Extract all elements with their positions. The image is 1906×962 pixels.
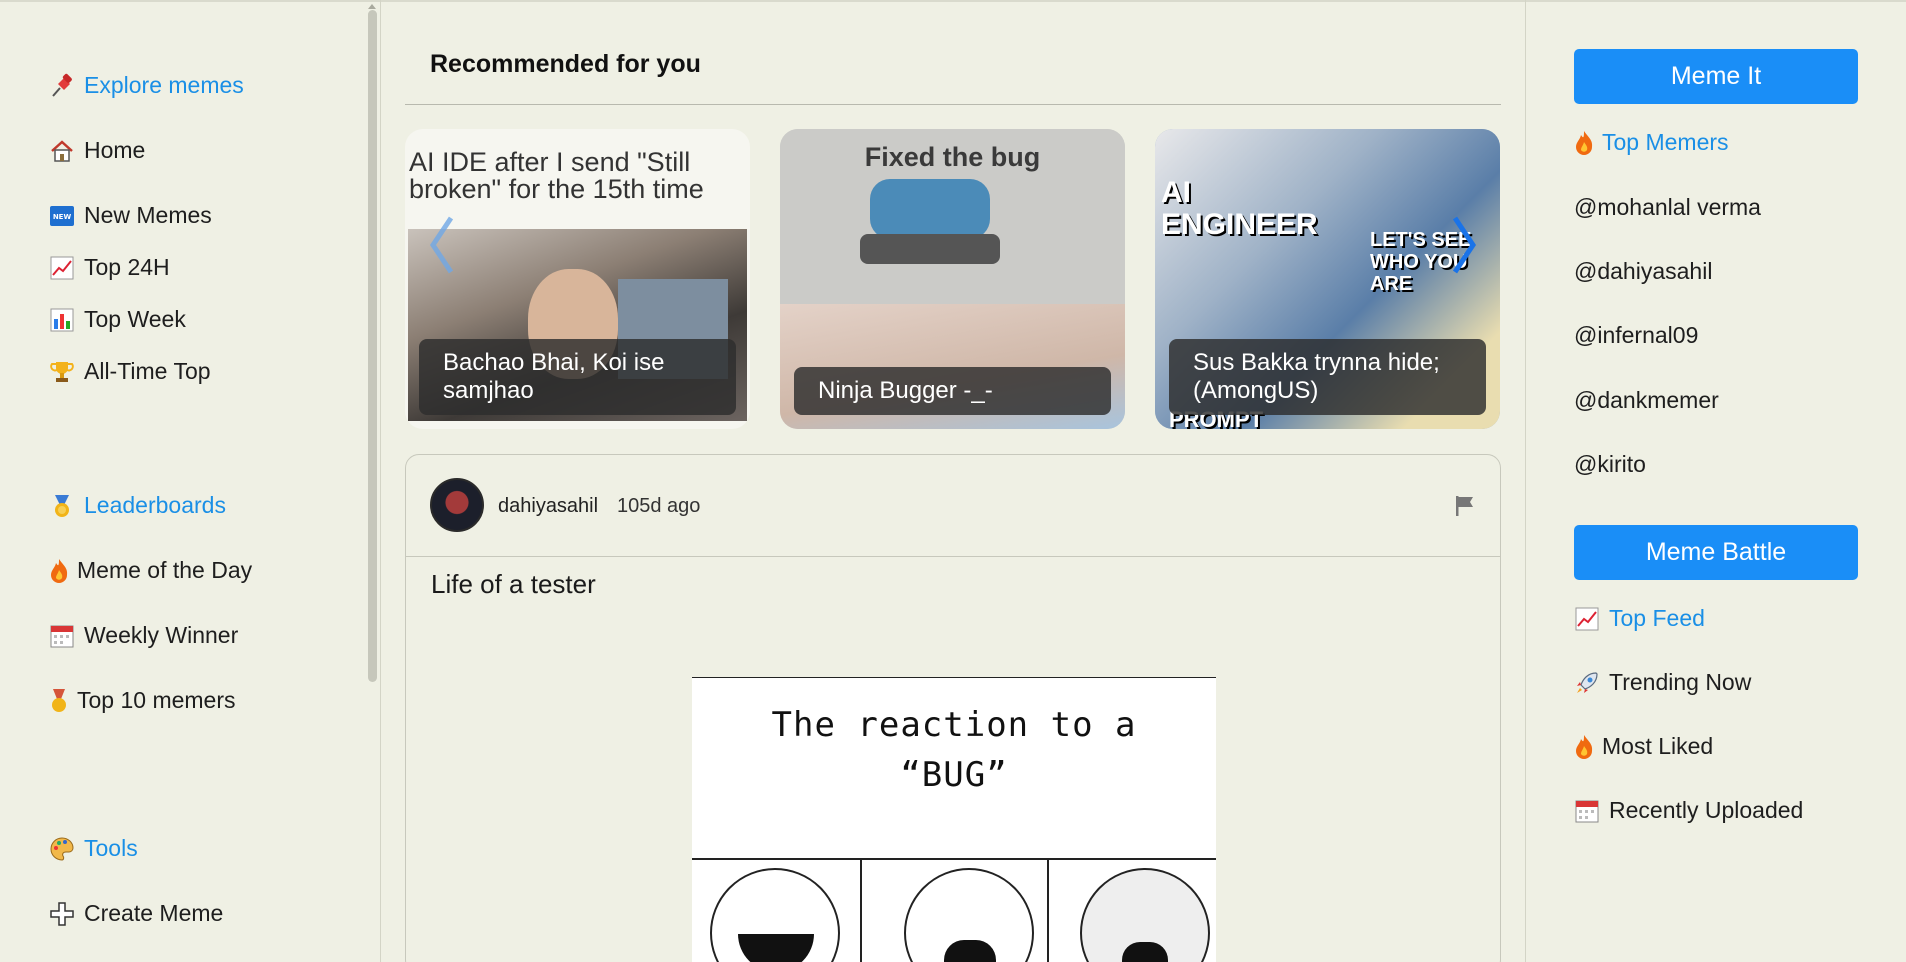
nav-top-24h[interactable]: Top 24H [49, 254, 170, 281]
trophy-icon [49, 359, 75, 385]
meme-caption: Sus Bakka trynna hide; (AmongUS) [1169, 339, 1486, 415]
scroll-up-arrow-icon[interactable] [368, 4, 376, 9]
post-header: dahiyasahil 105d ago [406, 455, 1500, 557]
face-icon [1080, 868, 1210, 962]
meme-image-text: AI IDE after I send "Still broken" for t… [409, 147, 704, 204]
calendar-icon [1574, 798, 1600, 824]
plus-icon [49, 901, 75, 927]
face-icon [904, 868, 1034, 962]
most-liked-link[interactable]: Most Liked [1574, 733, 1713, 760]
recently-uploaded-link[interactable]: Recently Uploaded [1574, 797, 1803, 824]
palette-icon [49, 836, 75, 862]
face-icon [710, 868, 840, 962]
chart-increasing-icon [49, 255, 75, 281]
nav-leaderboards-label: Leaderboards [84, 492, 226, 518]
calendar-icon [49, 623, 75, 649]
nav-leaderboards[interactable]: Leaderboards [49, 492, 226, 519]
fire-icon [1574, 130, 1594, 156]
medal-icon [49, 493, 75, 519]
nav-home[interactable]: Home [49, 137, 145, 164]
nav-top-10-memers[interactable]: Top 10 memers [49, 687, 236, 714]
nav-explore-memes[interactable]: Explore memes [49, 72, 244, 99]
meme-image: Fixed the bug [780, 129, 1125, 304]
nav-tools-label: Tools [84, 835, 138, 861]
nav-top-10-memers-label: Top 10 memers [77, 687, 236, 713]
chevron-left-icon [429, 216, 454, 274]
memer-link[interactable]: @dankmemer [1574, 387, 1719, 414]
nav-home-label: Home [84, 137, 146, 163]
nav-new-memes[interactable]: NEW New Memes [49, 202, 212, 229]
meme-battle-button[interactable]: Meme Battle [1574, 525, 1858, 580]
nav-tools[interactable]: Tools [49, 835, 138, 862]
post-image-text: The reaction to a “BUG” [771, 705, 1137, 795]
top-feed-link[interactable]: Top Feed [1574, 605, 1705, 632]
nav-create-meme-label: Create Meme [84, 900, 224, 926]
nav-top-24h-label: Top 24H [84, 254, 170, 280]
nav-all-time-top-label: All-Time Top [84, 358, 211, 384]
meme-caption: Ninja Bugger -_- [794, 367, 1111, 415]
nav-weekly-winner-label: Weekly Winner [84, 622, 239, 648]
nav-weekly-winner[interactable]: Weekly Winner [49, 622, 238, 649]
fire-icon [1574, 734, 1594, 760]
nav-create-meme[interactable]: Create Meme [49, 900, 223, 927]
chart-increasing-icon [1574, 606, 1600, 632]
nav-all-time-top[interactable]: All-Time Top [49, 358, 211, 385]
memer-link[interactable]: @dahiyasahil [1574, 258, 1712, 285]
nav-meme-of-the-day[interactable]: Meme of the Day [49, 557, 252, 584]
nav-new-memes-label: New Memes [84, 202, 212, 228]
carousel-prev-button[interactable] [425, 210, 461, 280]
memer-link[interactable]: @mohanlal verma [1574, 194, 1761, 221]
trending-now-label: Trending Now [1609, 669, 1752, 695]
chevron-right-icon [1452, 216, 1477, 274]
top-memers-link[interactable]: Top Memers [1574, 129, 1729, 156]
divider [405, 104, 1501, 105]
avatar[interactable] [430, 478, 484, 532]
top-feed-label: Top Feed [1609, 605, 1705, 631]
post-card: dahiyasahil 105d ago Life of a tester Th… [405, 454, 1501, 962]
post-timestamp: 105d ago [617, 495, 701, 517]
left-sidebar: Explore memes Home NEW New Memes Top 24H… [0, 0, 381, 962]
main-feed: Recommended for you AI IDE after I send … [405, 0, 1501, 962]
top-memers-label: Top Memers [1602, 129, 1729, 155]
recently-uploaded-label: Recently Uploaded [1609, 797, 1804, 823]
memer-link[interactable]: @kirito [1574, 451, 1646, 478]
right-sidebar: Meme It Top Memers @mohanlal verma @dahi… [1525, 0, 1906, 962]
recommended-heading: Recommended for you [430, 50, 701, 78]
rocket-icon [1574, 670, 1600, 696]
carousel-next-button[interactable] [1445, 210, 1481, 280]
medal-icon [49, 688, 69, 714]
nav-top-week-label: Top Week [84, 306, 186, 332]
scrollbar-thumb[interactable] [368, 10, 377, 682]
nav-explore-memes-label: Explore memes [84, 72, 244, 98]
trending-now-link[interactable]: Trending Now [1574, 669, 1751, 696]
most-liked-label: Most Liked [1602, 733, 1714, 759]
svg-text:NEW: NEW [53, 213, 72, 221]
meme-image-text: Fixed the bug [864, 142, 1041, 172]
flag-icon[interactable] [1454, 495, 1476, 517]
post-username[interactable]: dahiyasahil [498, 495, 598, 518]
fire-icon [49, 558, 69, 584]
nav-meme-of-the-day-label: Meme of the Day [77, 557, 253, 583]
pushpin-icon [49, 73, 75, 99]
post-image[interactable]: The reaction to a “BUG” [692, 677, 1216, 962]
meme-caption: Bachao Bhai, Koi ise samjhao [419, 339, 736, 415]
memer-link[interactable]: @infernal09 [1574, 322, 1698, 349]
meme-it-button[interactable]: Meme It [1574, 49, 1858, 104]
post-title: Life of a tester [431, 569, 596, 599]
meme-card[interactable]: Fixed the bug Ninja Bugger -_- [780, 129, 1125, 429]
new-badge-icon: NEW [49, 203, 75, 229]
house-icon [49, 138, 75, 164]
nav-top-week[interactable]: Top Week [49, 306, 186, 333]
bar-chart-icon [49, 307, 75, 333]
